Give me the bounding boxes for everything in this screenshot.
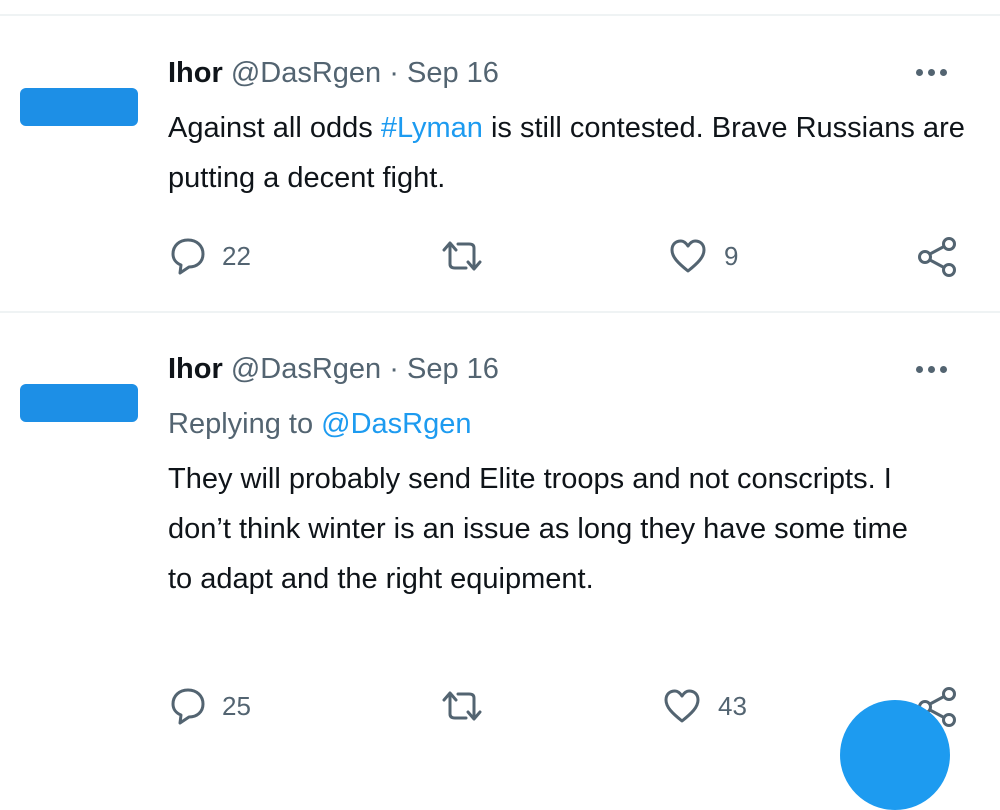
replying-to-label: Replying to bbox=[168, 408, 322, 440]
author-name[interactable]: Ihor bbox=[168, 353, 223, 385]
tweet-header: Ihor @DasRgen · Sep 16 bbox=[168, 56, 499, 90]
top-divider bbox=[0, 14, 1000, 16]
like-button[interactable]: 9 bbox=[668, 236, 738, 276]
more-icon[interactable] bbox=[916, 62, 956, 82]
retweet-icon bbox=[442, 691, 482, 721]
share-icon bbox=[918, 237, 956, 277]
separator-dot: · bbox=[389, 57, 399, 89]
reply-icon bbox=[171, 688, 205, 725]
author-name[interactable]: Ihor bbox=[168, 57, 223, 89]
share-button[interactable] bbox=[916, 236, 958, 278]
avatar[interactable] bbox=[20, 384, 138, 422]
reply-icon bbox=[171, 238, 205, 275]
tweet-date[interactable]: Sep 16 bbox=[407, 353, 499, 385]
like-icon bbox=[670, 239, 706, 273]
tweet-text-before: Against all odds bbox=[168, 112, 381, 144]
author-handle[interactable]: @DasRgen bbox=[231, 353, 381, 385]
tweet-header: Ihor @DasRgen · Sep 16 bbox=[168, 352, 499, 386]
avatar[interactable] bbox=[20, 88, 138, 126]
retweet-icon bbox=[442, 241, 482, 271]
retweet-button[interactable] bbox=[440, 238, 484, 274]
tweet-divider bbox=[0, 311, 1000, 313]
reply-button[interactable]: 25 bbox=[170, 686, 251, 726]
replying-to-handle[interactable]: @DasRgen bbox=[321, 408, 471, 440]
reply-count: 22 bbox=[222, 240, 251, 271]
retweet-button[interactable] bbox=[440, 688, 484, 724]
like-icon bbox=[664, 689, 700, 723]
tweet-text: They will probably send Elite troops and… bbox=[168, 463, 908, 595]
more-icon[interactable] bbox=[916, 359, 956, 379]
like-count: 9 bbox=[724, 240, 739, 271]
separator-dot: · bbox=[389, 353, 399, 385]
hashtag-link[interactable]: #Lyman bbox=[381, 112, 483, 144]
tweet-actions: 22 9 bbox=[0, 236, 1000, 280]
author-handle[interactable]: @DasRgen bbox=[231, 57, 381, 89]
replying-to: Replying to @DasRgen bbox=[168, 407, 472, 441]
tweet-date[interactable]: Sep 16 bbox=[407, 57, 499, 89]
reply-button[interactable]: 22 bbox=[170, 236, 251, 276]
like-button[interactable]: 43 bbox=[662, 686, 747, 726]
tweet-text: Against all odds #Lyman is still contest… bbox=[168, 103, 968, 203]
